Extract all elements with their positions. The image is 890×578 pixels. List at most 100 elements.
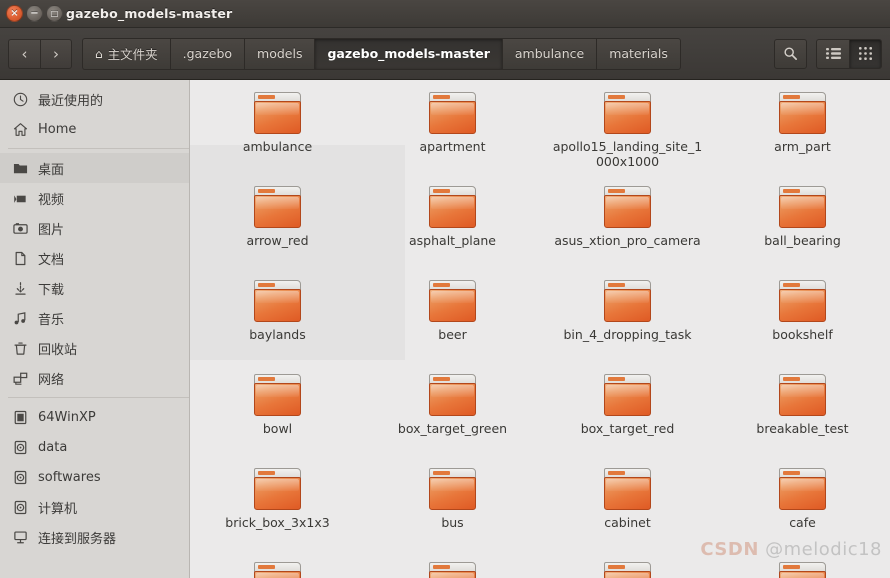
folder-icon <box>602 562 654 578</box>
sidebar-item-pictures[interactable]: 图片 <box>0 213 189 243</box>
close-button[interactable]: × <box>6 5 23 22</box>
sidebar-item-network[interactable]: 网络 <box>0 363 189 393</box>
file-item-calibration-plane[interactable]: calibration_plane <box>365 558 540 578</box>
file-item-cafe-table[interactable]: cafe_table <box>190 558 365 578</box>
camera-icon <box>12 220 29 237</box>
home-icon: ⌂ <box>95 46 103 61</box>
folder-icon <box>12 160 29 177</box>
folder-icon <box>602 374 654 418</box>
file-item-cafe[interactable]: cafe <box>715 464 890 558</box>
sidebar-item-home[interactable]: Home <box>0 114 189 144</box>
view-mode-toggle <box>816 38 882 69</box>
sidebar-item-label: 计算机 <box>38 501 78 517</box>
breadcrumb-item-gazebo-models-master[interactable]: gazebo_models-master <box>314 37 502 70</box>
file-item-ball-bearing[interactable]: ball_bearing <box>715 182 890 276</box>
download-icon <box>12 280 29 297</box>
sidebar-item-softwares[interactable]: softwares <box>0 462 189 492</box>
file-item-camera[interactable]: camera <box>540 558 715 578</box>
sidebar-separator <box>8 397 189 398</box>
list-view-button[interactable] <box>816 38 849 69</box>
sidebar-item-label: 网络 <box>38 372 65 388</box>
sidebar-item-label: 音乐 <box>38 312 65 328</box>
maximize-button[interactable]: □ <box>46 5 63 22</box>
sidebar-item-computer[interactable]: 计算机 <box>0 492 189 522</box>
file-item-beer[interactable]: beer <box>365 276 540 370</box>
close-icon: × <box>10 7 19 19</box>
back-button[interactable]: ‹ <box>8 38 40 69</box>
document-icon <box>12 250 29 267</box>
folder-icon <box>427 92 479 136</box>
breadcrumb: ⌂ 主文件夹 .gazebo models gazebo_models-mast… <box>82 37 681 70</box>
file-item-bus[interactable]: bus <box>365 464 540 558</box>
file-item-bin-4-dropping-task[interactable]: bin_4_dropping_task <box>540 276 715 370</box>
breadcrumb-item-gazebo[interactable]: .gazebo <box>169 37 245 70</box>
sidebar-item-documents[interactable]: 文档 <box>0 243 189 273</box>
breadcrumb-item-materials[interactable]: materials <box>596 37 681 70</box>
sidebar-item-videos[interactable]: 视频 <box>0 183 189 213</box>
file-label: asphalt_plane <box>409 233 496 248</box>
file-item-arrow-red[interactable]: arrow_red <box>190 182 365 276</box>
folder-icon <box>777 186 829 230</box>
file-item-apollo15-landing-site[interactable]: apollo15_landing_site_1000x1000 <box>540 88 715 182</box>
sidebar-item-label: Home <box>38 121 77 137</box>
file-label: bin_4_dropping_task <box>563 327 692 342</box>
file-item-apartment[interactable]: apartment <box>365 88 540 182</box>
file-item-asphalt-plane[interactable]: asphalt_plane <box>365 182 540 276</box>
folder-icon <box>777 468 829 512</box>
file-item-breakable-test[interactable]: breakable_test <box>715 370 890 464</box>
disk-icon <box>12 469 29 486</box>
sidebar-item-label: 桌面 <box>38 162 65 178</box>
file-item-cardboard-box[interactable]: cardboard_box <box>715 558 890 578</box>
sidebar-item-desktop[interactable]: 桌面 <box>0 153 189 183</box>
search-button[interactable] <box>774 38 807 69</box>
sidebar-item-connect-to-server[interactable]: 连接到服务器 <box>0 522 189 552</box>
breadcrumb-item-home[interactable]: ⌂ 主文件夹 <box>82 37 170 70</box>
sidebar-item-label: 下载 <box>38 282 65 298</box>
breadcrumb-label: .gazebo <box>182 46 233 61</box>
forward-button[interactable]: › <box>40 38 72 69</box>
file-item-box-target-green[interactable]: box_target_green <box>365 370 540 464</box>
sidebar-item-music[interactable]: 音乐 <box>0 303 189 333</box>
file-label: arm_part <box>774 139 831 154</box>
sidebar-item-trash[interactable]: 回收站 <box>0 333 189 363</box>
file-label: beer <box>438 327 467 342</box>
file-item-baylands[interactable]: baylands <box>190 276 365 370</box>
sidebar-item-recent[interactable]: 最近使用的 <box>0 84 189 114</box>
file-manager-window: × − □ gazebo_models-master ‹ › ⌂ 主文件夹 .g… <box>0 0 890 578</box>
trash-icon <box>12 340 29 357</box>
sidebar-separator <box>8 148 189 149</box>
file-label: brick_box_3x1x3 <box>225 515 330 530</box>
file-item-brick-box-3x1x3[interactable]: brick_box_3x1x3 <box>190 464 365 558</box>
folder-icon <box>602 468 654 512</box>
file-label: arrow_red <box>246 233 309 248</box>
sidebar-item-data[interactable]: data <box>0 432 189 462</box>
file-item-asus-xtion-pro-camera[interactable]: asus_xtion_pro_camera <box>540 182 715 276</box>
breadcrumb-item-models[interactable]: models <box>244 37 315 70</box>
grid-view-button[interactable] <box>849 38 882 69</box>
sidebar-item-downloads[interactable]: 下载 <box>0 273 189 303</box>
minimize-icon: − <box>30 7 39 19</box>
file-item-box-target-red[interactable]: box_target_red <box>540 370 715 464</box>
breadcrumb-label: gazebo_models-master <box>327 46 490 61</box>
sidebar: 最近使用的 Home 桌面 视频 图片 文档 下载 音乐 回收站 网络 64Wi… <box>0 80 190 578</box>
file-item-ambulance[interactable]: ambulance <box>190 88 365 182</box>
disk-icon <box>12 499 29 516</box>
file-list-view[interactable]: ambulance apartment apollo15_landing_sit… <box>190 80 890 578</box>
file-item-cabinet[interactable]: cabinet <box>540 464 715 558</box>
breadcrumb-item-ambulance[interactable]: ambulance <box>501 37 597 70</box>
file-item-bookshelf[interactable]: bookshelf <box>715 276 890 370</box>
file-label: box_target_red <box>580 421 675 436</box>
file-label: apartment <box>419 139 486 154</box>
sidebar-item-label: 连接到服务器 <box>38 531 117 547</box>
folder-icon <box>777 374 829 418</box>
folder-icon <box>427 374 479 418</box>
navigation-buttons: ‹ › <box>8 38 72 69</box>
minimize-button[interactable]: − <box>26 5 43 22</box>
file-item-bowl[interactable]: bowl <box>190 370 365 464</box>
file-item-arm-part[interactable]: arm_part <box>715 88 890 182</box>
file-grid: ambulance apartment apollo15_landing_sit… <box>190 80 890 578</box>
breadcrumb-label: ambulance <box>514 46 585 61</box>
sidebar-item-label: data <box>38 439 68 455</box>
clock-icon <box>12 91 29 108</box>
sidebar-item-64winxp[interactable]: 64WinXP <box>0 402 189 432</box>
